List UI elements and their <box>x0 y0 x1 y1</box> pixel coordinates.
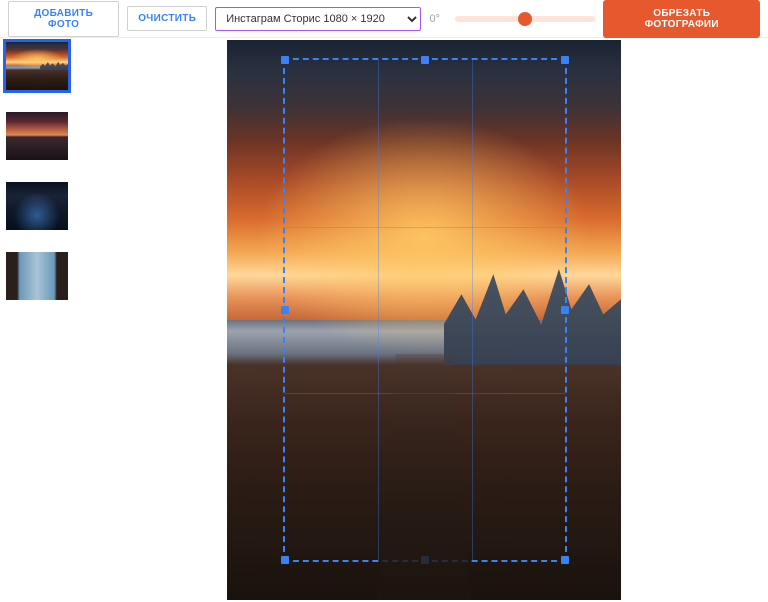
crop-handle-bottom-left[interactable] <box>281 556 289 564</box>
crop-photos-button[interactable]: ОБРЕЗАТЬ ФОТОГРАФИИ <box>603 0 760 38</box>
thumbnail-3[interactable] <box>6 182 68 230</box>
thumbnail-4[interactable] <box>6 252 68 300</box>
crop-handle-bottom-right[interactable] <box>561 556 569 564</box>
crop-handle-mid-right[interactable] <box>561 306 569 314</box>
rotation-value-label: 0° <box>429 13 449 25</box>
crop-preset-select[interactable]: Инстаграм Сторис 1080 × 1920 <box>215 7 421 31</box>
toolbar: ДОБАВИТЬ ФОТО ОЧИСТИТЬ Инстаграм Сторис … <box>0 0 768 38</box>
canvas-area <box>80 38 768 602</box>
thumbnail-1[interactable] <box>6 42 68 90</box>
crop-handle-bottom-mid[interactable] <box>421 556 429 564</box>
rotation-control: 0° <box>429 12 595 26</box>
crop-handle-top-right[interactable] <box>561 56 569 64</box>
thumbnail-2[interactable] <box>6 112 68 160</box>
crop-handle-top-left[interactable] <box>281 56 289 64</box>
grid-line <box>472 60 473 560</box>
rotation-slider[interactable] <box>455 12 595 26</box>
crop-rectangle[interactable] <box>283 58 567 562</box>
crop-handle-mid-left[interactable] <box>281 306 289 314</box>
grid-line <box>378 60 379 560</box>
clear-button[interactable]: ОЧИСТИТЬ <box>127 6 207 31</box>
grid-line <box>285 227 565 228</box>
grid-line <box>285 393 565 394</box>
crop-handle-top-mid[interactable] <box>421 56 429 64</box>
main-area <box>0 38 768 602</box>
main-image[interactable] <box>227 40 621 600</box>
slider-thumb[interactable] <box>518 12 532 26</box>
thumbnail-list <box>0 38 80 602</box>
add-photo-button[interactable]: ДОБАВИТЬ ФОТО <box>8 1 119 37</box>
